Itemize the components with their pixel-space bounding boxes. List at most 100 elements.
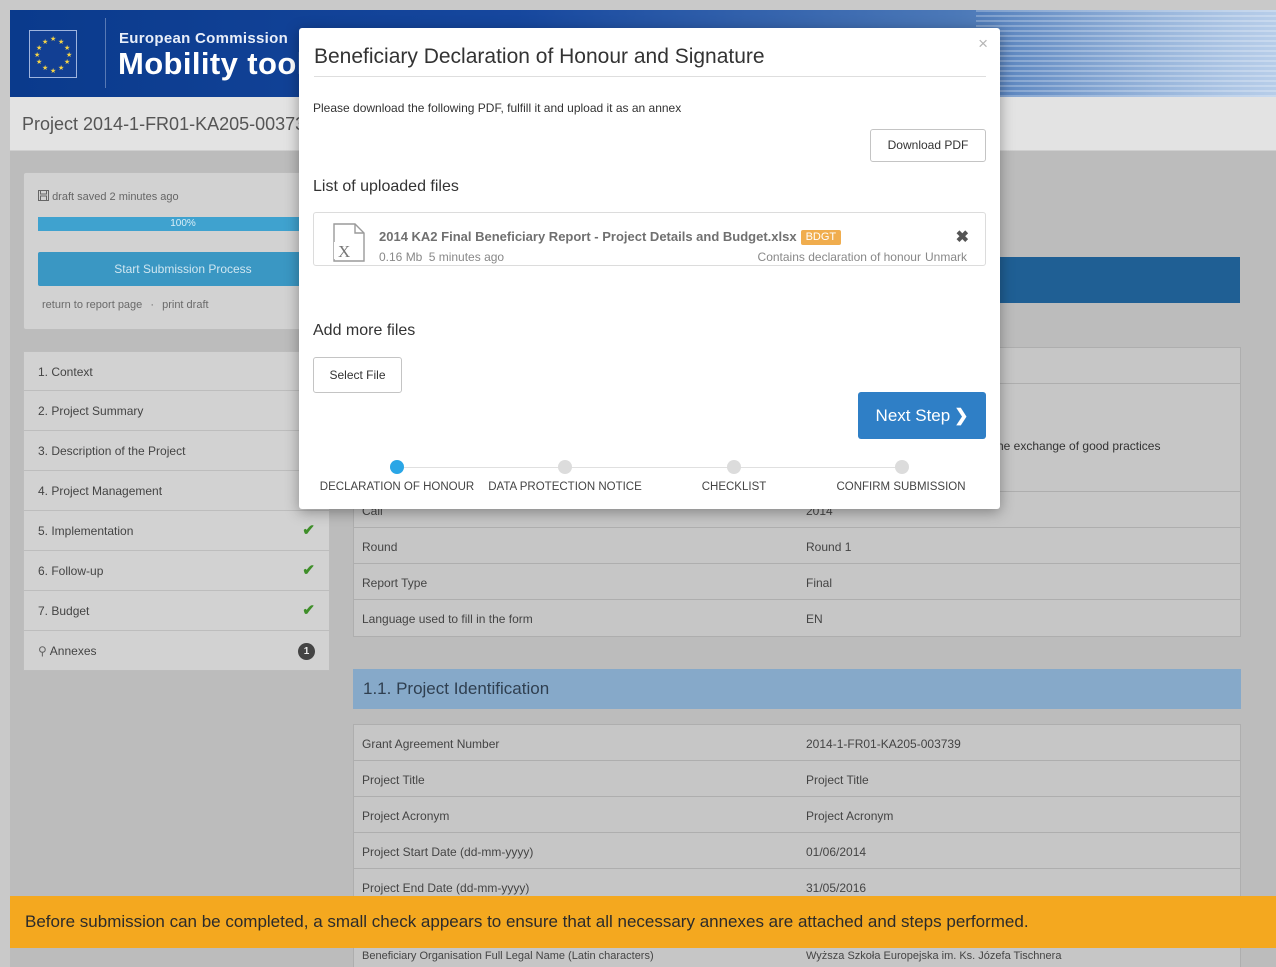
annex-count-badge: 1 [298, 643, 315, 660]
return-to-report-link[interactable]: return to report page [42, 299, 142, 311]
nav-item-context[interactable]: 1. Context✔ [23, 351, 330, 391]
eu-flag-logo: ★ ★ ★ ★ ★ ★ ★ ★ ★ ★ ★ ★ [29, 30, 77, 78]
row-label: Beneficiary Organisation Full Legal Name… [362, 950, 654, 962]
declaration-modal: × Beneficiary Declaration of Honour and … [299, 28, 1000, 509]
row-label: Report Type [362, 576, 428, 590]
project-identification-heading: 1.1. Project Identification [353, 669, 1241, 709]
draft-status-text: draft saved 2 minutes ago [52, 191, 179, 203]
progress-label: 100% [170, 218, 196, 229]
submission-status-panel: draft saved 2 minutes ago 100% Start Sub… [23, 172, 330, 330]
step-indicator-checklist[interactable] [727, 460, 741, 474]
submission-check-notice: Before submission can be completed, a sm… [10, 896, 1276, 948]
table-row: Report Type Final [354, 564, 1240, 600]
identification-table: Grant Agreement Number 2014-1-FR01-KA205-… [353, 724, 1241, 906]
nav-item-follow-up[interactable]: 6. Follow-up ✔ [23, 551, 330, 591]
nav-item-label: 4. Project Management [38, 484, 163, 498]
add-files-heading: Add more files [313, 322, 416, 339]
header-building-image [976, 10, 1276, 97]
modal-divider [314, 76, 986, 77]
row-label: Project Title [362, 773, 425, 787]
report-links: return to report page · print draft [42, 299, 209, 311]
row-value: 31/05/2016 [806, 881, 867, 895]
step-label-data-protection[interactable]: DATA PROTECTION NOTICE [488, 481, 642, 493]
table-row: Language used to fill in the form EN [354, 600, 1240, 636]
table-row: Round Round 1 [354, 528, 1240, 564]
step-label-confirm[interactable]: CONFIRM SUBMISSION [836, 481, 965, 493]
table-row: Project Title Project Title [354, 761, 1240, 797]
file-name: 2014 KA2 Final Beneficiary Report - Proj… [379, 229, 842, 245]
nav-item-label: 6. Follow-up [38, 564, 104, 578]
nav-item-label: 7. Budget [38, 604, 90, 618]
row-value: Project Acronym [806, 809, 894, 823]
table-row: Beneficiary Organisation Full Legal Name… [353, 948, 1241, 967]
step-indicator-declaration[interactable] [390, 460, 404, 474]
row-value: 01/06/2014 [806, 845, 867, 859]
row-label: Project End Date (dd-mm-yyyy) [362, 881, 530, 895]
row-value: Round 1 [806, 540, 852, 554]
file-tag-badge: BDGT [800, 230, 842, 245]
nav-item-project-summary[interactable]: 2. Project Summary✔ [23, 391, 330, 431]
context-section-header [995, 257, 1240, 303]
app-name: Mobility tool [118, 46, 306, 81]
table-cell-partial: he exchange of good practices [997, 439, 1161, 453]
select-file-button[interactable]: Select File [313, 357, 402, 393]
nav-item-label: 2. Project Summary [38, 404, 144, 418]
draft-status: draft saved 2 minutes ago [38, 190, 179, 203]
chevron-right-icon: ❯ [954, 406, 969, 425]
wizard-steps: DECLARATION OF HONOUR DATA PROTECTION NO… [299, 456, 1000, 496]
step-indicator-data-protection[interactable] [558, 460, 572, 474]
row-label: Grant Agreement Number [362, 737, 500, 751]
wizard-track [397, 467, 903, 468]
svg-text:X: X [338, 242, 350, 261]
save-icon [38, 190, 52, 203]
step-label-checklist[interactable]: CHECKLIST [702, 481, 767, 493]
row-value: Wyższa Szkoła Europejska im. Ks. Józefa … [806, 950, 1062, 962]
uploaded-files-heading: List of uploaded files [313, 178, 459, 195]
download-pdf-button[interactable]: Download PDF [870, 129, 986, 162]
nav-item-implementation[interactable]: 5. Implementation ✔ [23, 511, 330, 551]
file-time: 5 minutes ago [428, 250, 505, 264]
unmark-link[interactable]: Unmark [925, 250, 967, 264]
file-size: 0.16 Mb [379, 250, 423, 264]
header-divider [105, 18, 106, 88]
step-indicator-confirm[interactable] [895, 460, 909, 474]
modal-instruction: Please download the following PDF, fulfi… [313, 101, 682, 115]
table-row: Project Start Date (dd-mm-yyyy) 01/06/201… [354, 833, 1240, 869]
table-row: Project Acronym Project Acronym [354, 797, 1240, 833]
row-label: Project Acronym [362, 809, 450, 823]
row-value: EN [806, 612, 823, 626]
declaration-status: Contains declaration of honour Unmark [758, 250, 967, 264]
row-value: Project Title [806, 773, 869, 787]
check-icon: ✔ [302, 522, 315, 539]
remove-file-icon[interactable]: ✖ [956, 227, 969, 247]
step-label-declaration[interactable]: DECLARATION OF HONOUR [320, 481, 474, 493]
section-nav: 1. Context✔ 2. Project Summary✔ 3. Descr… [23, 351, 330, 671]
nav-item-annexes[interactable]: ⚲ Annexes 1 [23, 631, 330, 671]
close-icon[interactable]: × [978, 34, 988, 54]
paperclip-icon: ⚲ [38, 644, 47, 658]
page-title: Project 2014-1-FR01-KA205-003739 [22, 114, 316, 134]
excel-file-icon: X [331, 223, 367, 262]
row-label: Round [362, 540, 398, 554]
uploaded-file-item: X 2014 KA2 Final Beneficiary Report - Pr… [313, 212, 986, 266]
nav-item-description[interactable]: 3. Description of the Project✔ [23, 431, 330, 471]
nav-item-budget[interactable]: 7. Budget ✔ [23, 591, 330, 631]
file-meta: 0.16 Mb 5 minutes ago [379, 250, 504, 264]
row-value: 2014-1-FR01-KA205-003739 [806, 737, 961, 751]
progress-bar: 100% [38, 217, 328, 231]
link-separator: · [150, 299, 155, 311]
print-draft-link[interactable]: print draft [162, 299, 208, 311]
row-label: Language used to fill in the form [362, 612, 533, 626]
modal-title: Beneficiary Declaration of Honour and Si… [314, 45, 765, 68]
next-step-button[interactable]: Next Step ❯ [858, 392, 986, 439]
row-label: Project Start Date (dd-mm-yyyy) [362, 845, 534, 859]
nav-item-project-management[interactable]: 4. Project Management✔ [23, 471, 330, 511]
nav-item-label: 5. Implementation [38, 524, 134, 538]
next-step-label: Next Step [875, 406, 951, 425]
start-submission-button[interactable]: Start Submission Process [38, 252, 328, 286]
nav-item-label: Annexes [49, 644, 97, 658]
nav-item-label: 3. Description of the Project [38, 444, 186, 458]
row-value: Final [806, 576, 833, 590]
declaration-text: Contains declaration of honour [757, 250, 921, 264]
table-row: Grant Agreement Number 2014-1-FR01-KA205-… [354, 725, 1240, 761]
